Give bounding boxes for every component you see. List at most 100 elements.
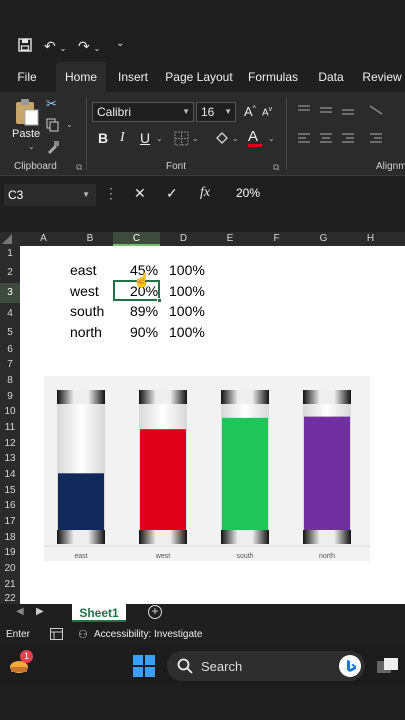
row-header-9[interactable]: 9 [0,389,20,404]
cell-d5[interactable]: 100% [169,324,205,340]
windows-taskbar: 1 Search [0,646,405,686]
column-header-h[interactable]: H [347,232,394,246]
row-header-19[interactable]: 19 [0,545,20,561]
bold-button[interactable]: B [98,130,108,146]
widgets-icon[interactable]: 1 [8,650,33,677]
row-header-1[interactable]: 1 [0,246,20,262]
row-header-10[interactable]: 10 [0,404,20,420]
row-header-8[interactable]: 8 [0,373,20,389]
fill-handle[interactable] [157,298,162,303]
taskbar-search[interactable]: Search [167,651,365,681]
column-header-f[interactable]: F [253,232,300,246]
tab-review[interactable]: Review [358,62,405,92]
fill-color-icon[interactable] [214,130,230,153]
tab-home[interactable]: Home [56,62,106,92]
row-header-21[interactable]: 21 [0,577,20,592]
underline-button[interactable]: U [140,130,150,146]
tube-bottom-cap [139,530,187,544]
font-name-select[interactable]: Calibri ▼ [92,102,194,122]
select-all-button[interactable] [2,234,12,244]
cell-d4[interactable]: 100% [169,303,205,319]
cancel-icon[interactable]: ✕ [134,185,146,202]
column-header-b[interactable]: B [67,232,113,246]
borders-icon[interactable] [174,131,189,151]
italic-button[interactable]: I [120,130,125,146]
row-header-3[interactable]: 3 [0,283,20,303]
enter-icon[interactable]: ✓ [166,185,178,202]
scroll-right-icon[interactable]: ▶ [36,606,44,617]
clipboard-launcher-icon[interactable]: ⧉ [76,162,82,173]
column-header-d[interactable]: D [160,232,207,246]
copy-dropdown-icon[interactable]: ⌄ [66,120,73,129]
bing-icon[interactable] [339,655,361,677]
decrease-font-icon[interactable]: Av [262,106,272,118]
row-header-17[interactable]: 17 [0,514,20,530]
column-header-e[interactable]: E [207,232,253,246]
save-icon[interactable] [18,38,32,55]
more-options-icon[interactable]: ⋮ [104,185,118,202]
row-header-14[interactable]: 14 [0,467,20,483]
underline-dropdown-icon[interactable]: ⌄ [156,134,163,143]
copy-icon[interactable] [46,118,60,137]
row-header-11[interactable]: 11 [0,420,20,436]
search-icon [177,658,193,674]
windows-start-icon[interactable] [133,655,155,682]
accessibility-status[interactable]: Accessibility: Investigate [94,629,202,640]
row-header-20[interactable]: 20 [0,561,20,577]
customize-toolbar-icon[interactable]: ⌄ [116,38,124,49]
font-color-button[interactable]: A [248,128,262,147]
font-launcher-icon[interactable]: ⧉ [273,162,279,173]
cell-d3[interactable]: 100% [169,283,205,299]
insert-function-icon[interactable]: fx [200,185,210,201]
task-view-icon[interactable] [376,656,400,681]
cell-b4[interactable]: south [70,303,104,319]
tab-page-layout[interactable]: Page Layout [164,62,234,92]
top-align-icon[interactable] [296,104,396,123]
font-color-dropdown-icon[interactable]: ⌄ [268,134,275,143]
row-header-16[interactable]: 16 [0,498,20,514]
macro-recording-icon[interactable] [50,628,63,643]
x-tick-label-north: north [319,553,335,560]
row-header-13[interactable]: 13 [0,451,20,467]
tab-insert[interactable]: Insert [110,62,156,92]
row-header-2[interactable]: 2 [0,262,20,283]
accessibility-icon[interactable]: ⚇ [78,628,88,641]
format-painter-icon[interactable] [46,140,60,159]
formula-input[interactable]: 20% [236,186,260,200]
cell-d2[interactable]: 100% [169,262,205,278]
redo-icon[interactable]: ↷ ⌄ [78,38,100,55]
row-header-7[interactable]: 7 [0,357,20,373]
fill-color-dropdown-icon[interactable]: ⌄ [232,134,239,143]
cell-b3[interactable]: west [70,283,99,299]
scroll-left-icon[interactable]: ◀ [16,606,24,617]
worksheet-grid[interactable]: east 45% 100% west 20% 100% south 89% 10… [20,246,405,604]
font-size-select[interactable]: 16 ▼ [196,102,236,122]
row-header-6[interactable]: 6 [0,342,20,357]
row-header-15[interactable]: 15 [0,483,20,498]
tab-data[interactable]: Data [312,62,350,92]
tab-formulas[interactable]: Formulas [244,62,302,92]
thermometer-chart[interactable]: east west south north [44,376,370,561]
cell-c5[interactable]: 90% [130,324,158,340]
row-header-12[interactable]: 12 [0,436,20,451]
name-box[interactable]: C3 ▼ [4,184,96,206]
cell-b5[interactable]: north [70,324,102,340]
borders-dropdown-icon[interactable]: ⌄ [192,134,199,143]
row-header-4[interactable]: 4 [0,303,20,324]
undo-icon[interactable]: ↶ ⌄ [44,38,66,55]
sheet-tab-sheet1[interactable]: Sheet1 [72,604,126,622]
row-header-18[interactable]: 18 [0,530,20,545]
tab-file[interactable]: File [8,62,46,92]
align-left-icon[interactable] [296,132,396,151]
increase-font-icon[interactable]: A^ [244,104,256,119]
cut-icon[interactable]: ✂ [46,96,57,112]
add-sheet-icon[interactable]: + [148,605,162,619]
cell-c4[interactable]: 89% [130,303,158,319]
paste-dropdown-icon[interactable]: ⌄ [28,142,35,151]
row-header-5[interactable]: 5 [0,324,20,342]
column-header-c[interactable]: C [113,232,160,246]
column-header-g[interactable]: G [300,232,347,246]
cell-b2[interactable]: east [70,262,96,278]
paste-button[interactable] [14,98,40,131]
column-header-a[interactable]: A [20,232,67,246]
